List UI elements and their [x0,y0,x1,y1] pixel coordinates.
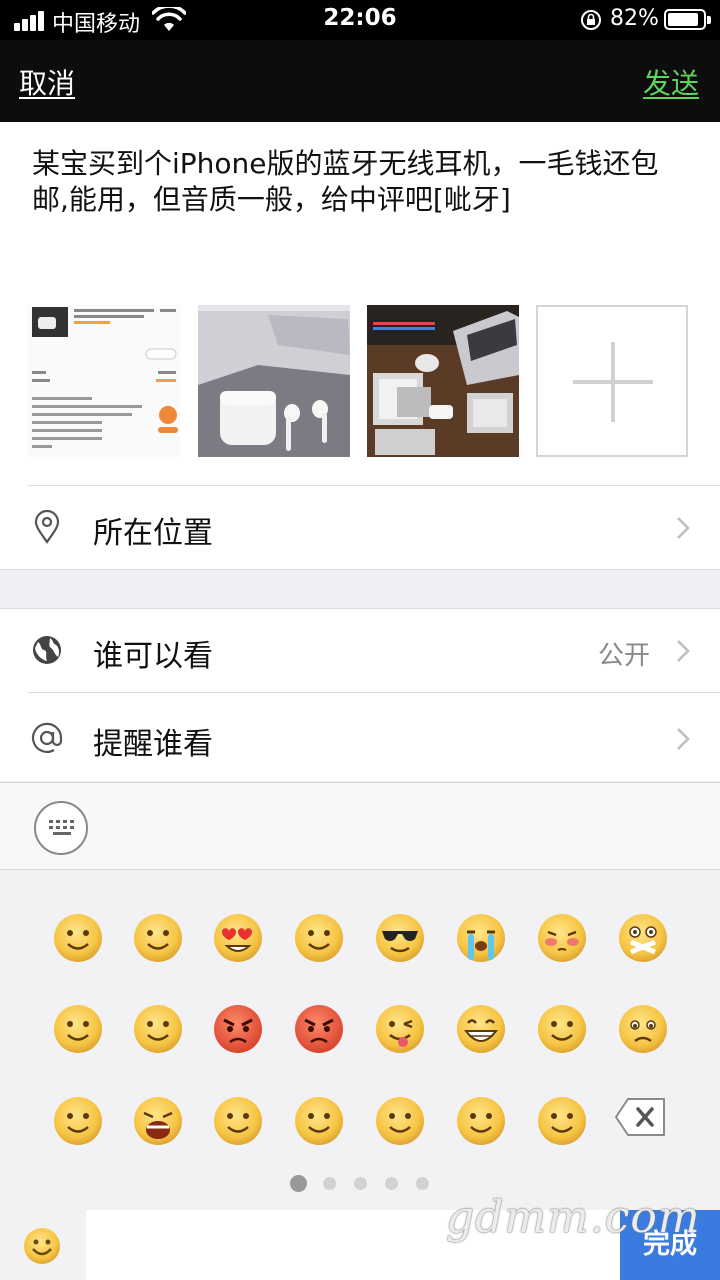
battery-icon [664,9,711,30]
location-pin-icon [34,510,60,544]
wink-tongue-emoji-icon[interactable] [374,1003,426,1055]
chevron-right-icon [677,640,690,662]
visibility-row[interactable]: 谁可以看 公开 [0,609,720,693]
page-dot[interactable] [416,1177,429,1190]
cool-sunglasses-emoji-icon[interactable] [374,912,426,964]
cancel-button[interactable]: 取消 [19,62,75,102]
nav-bar: 取消 发送 [0,40,720,122]
chevron-right-icon [677,728,690,750]
order-screenshot-thumbnail[interactable] [28,305,180,457]
page-dot[interactable] [385,1177,398,1190]
sealed-lips-emoji-icon[interactable] [617,912,669,964]
tears-of-joy-emoji-icon[interactable] [132,1003,184,1055]
emoji-panel [0,870,720,1210]
page-dot[interactable] [323,1177,336,1190]
add-photo-button[interactable] [536,305,688,457]
keyboard-icon [49,820,74,835]
smiling-emoji-icon[interactable] [374,1095,426,1147]
shocked-emoji-icon[interactable] [293,912,345,964]
at-icon [31,722,63,753]
input-toolbar [0,782,720,870]
visibility-label: 谁可以看 [93,639,213,674]
rotation-lock-icon [581,10,601,30]
blush-wavy-emoji-icon[interactable] [132,912,184,964]
angry-red-emoji-icon[interactable] [212,1003,264,1055]
chevron-right-icon [677,517,690,539]
location-row[interactable]: 所在位置 [0,486,720,570]
unboxing-desk-photo-thumbnail[interactable] [367,305,519,457]
earbuds-case-photo-thumbnail[interactable] [198,305,350,457]
face-palm-emoji-icon[interactable] [293,1095,345,1147]
heart-eyes-emoji-icon[interactable] [212,912,264,964]
smile-emoji-icon[interactable] [52,912,104,964]
visibility-value: 公开 [597,641,650,671]
location-label: 所在位置 [93,516,213,551]
divider [0,569,720,570]
keyboard-toggle-button[interactable] [34,801,88,855]
crying-emoji-icon[interactable] [455,912,507,964]
furious-emoji-icon[interactable] [293,1003,345,1055]
watermark: gdmm.com [446,1192,701,1243]
globe-icon [33,636,61,664]
post-text-input[interactable]: 某宝买到个iPhone版的蓝牙无线耳机，一毛钱还包邮,能用，但音质一般，给中评吧… [32,146,692,218]
mention-row[interactable]: 提醒谁看 [0,693,720,781]
grin-emoji-icon[interactable] [455,1003,507,1055]
battery-percentage: 82% [610,6,659,31]
send-button[interactable]: 发送 [643,62,699,102]
sleepy-emoji-icon[interactable] [52,1003,104,1055]
drooling-emoji-icon[interactable] [212,1095,264,1147]
smiley-tab-icon[interactable] [22,1226,62,1266]
skeptical-emoji-icon[interactable] [536,1095,588,1147]
surprised-emoji-icon[interactable] [536,1003,588,1055]
worried-emoji-icon[interactable] [455,1095,507,1147]
status-bar: 中国移动 22:06 82% [0,0,720,40]
mention-label: 提醒谁看 [93,727,213,762]
sad-emoji-icon[interactable] [617,1003,669,1055]
page-dot[interactable] [290,1175,307,1192]
backspace-icon[interactable] [614,1095,668,1139]
wide-eyes-emoji-icon[interactable] [52,1095,104,1147]
page-dot[interactable] [354,1177,367,1190]
shy-blush-emoji-icon[interactable] [536,912,588,964]
screaming-emoji-icon[interactable] [132,1095,184,1147]
